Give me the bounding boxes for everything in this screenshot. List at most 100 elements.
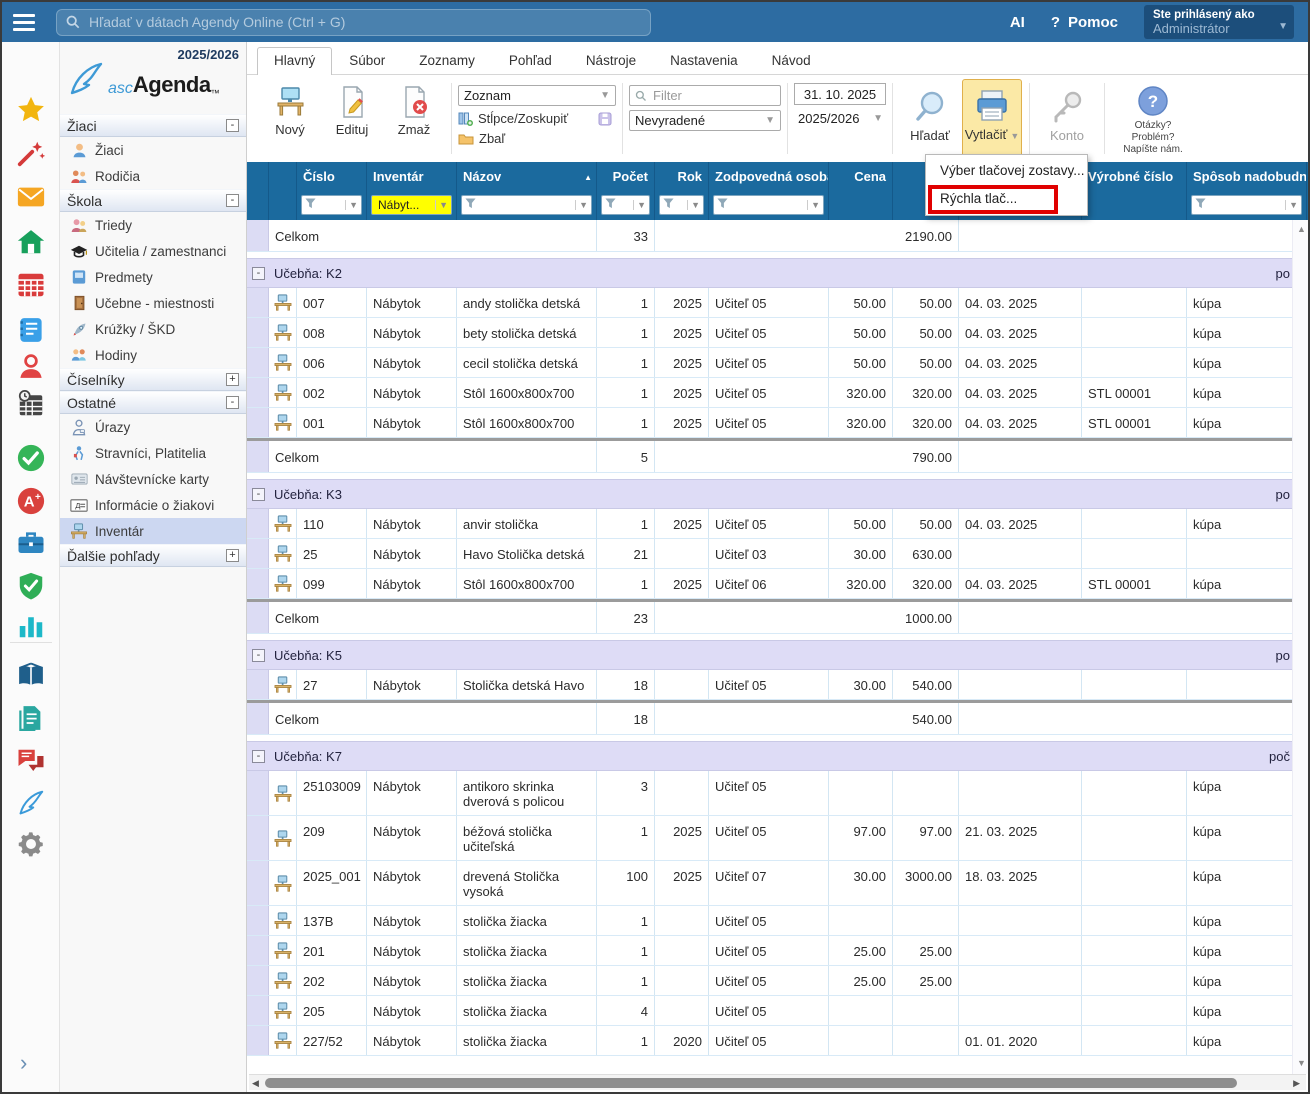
group-header-u-eb-a-k7[interactable]: -Učebňa: K7poč [247, 741, 1292, 771]
account-button[interactable]: Konto [1037, 79, 1097, 158]
status-filter-select[interactable]: Nevyradené ▼ [629, 110, 781, 131]
table-row[interactable]: 008Nábytokbety stolička detská12025Učite… [247, 318, 1292, 348]
sidebar-section-al-ie-poh-ady[interactable]: Ďalšie pohľady+ [60, 544, 246, 567]
mail-icon[interactable] [15, 181, 47, 213]
menu-item-print-report-select[interactable]: Výber tlačovej zostavy... [926, 157, 1087, 185]
filter-rok[interactable]: ▼ [659, 195, 704, 215]
quick-filter[interactable] [629, 85, 781, 106]
sidebar-item-u-itelia-zamestnanci[interactable]: Učitelia / zamestnanci [60, 238, 246, 264]
library-icon[interactable] [15, 660, 47, 692]
statistics-icon[interactable] [15, 610, 47, 642]
table-row[interactable]: 209Nábytokbéžová stolička učiteľská12025… [247, 816, 1292, 861]
expand-icon[interactable]: + [226, 373, 239, 386]
profile-icon[interactable] [15, 350, 47, 382]
scroll-left-icon[interactable]: ◀ [252, 1078, 259, 1089]
briefcase-icon[interactable] [15, 527, 47, 559]
group-header-u-eb-a-k5[interactable]: -Učebňa: K5po [247, 640, 1292, 670]
collapse-icon[interactable]: - [226, 396, 239, 409]
calendar-clock-icon[interactable] [15, 388, 47, 420]
save-layout-icon[interactable] [598, 112, 612, 126]
tab-zoznamy[interactable]: Zoznamy [402, 47, 492, 74]
filter-cislo[interactable]: ▼ [301, 195, 362, 215]
column-header-rok[interactable]: Rok [655, 162, 709, 192]
tab-s-bor[interactable]: Súbor [332, 47, 402, 74]
expand-icon[interactable]: + [226, 549, 239, 562]
magic-wand-icon[interactable] [15, 137, 47, 169]
sidebar-item-n-v-tevn-cke-karty[interactable]: Návštevnícke karty [60, 466, 246, 492]
column-header-nazov[interactable]: Názov▲ [457, 162, 597, 192]
sidebar-item-invent-r[interactable]: Inventár [60, 518, 246, 544]
messages-icon[interactable] [15, 745, 47, 777]
search-button[interactable]: Hľadať [900, 79, 960, 158]
table-row[interactable]: 25NábytokHavo Stolička detská21Učiteľ 03… [247, 539, 1292, 569]
group-header-u-eb-a-k2[interactable]: -Učebňa: K2po [247, 258, 1292, 288]
print-button[interactable]: Vytlačiť▼ [962, 79, 1022, 158]
scroll-up-icon[interactable]: ▲ [1297, 224, 1306, 234]
sidebar-section-seln-ky[interactable]: Číselníky+ [60, 368, 246, 391]
account-dropdown[interactable]: Ste prihlásený ako Administrátor ▼ [1144, 5, 1294, 39]
sidebar-section-ostatn[interactable]: Ostatné- [60, 391, 246, 414]
quick-filter-input[interactable] [651, 87, 751, 104]
tab-n-vod[interactable]: Návod [755, 47, 828, 74]
filter-nazov[interactable]: ▼ [461, 195, 592, 215]
collapse-icon[interactable]: - [226, 194, 239, 207]
column-header-sposob[interactable]: Spôsob nadobudnut [1187, 162, 1307, 192]
table-row[interactable]: 227/52Nábytokstolička žiacka12020Učiteľ … [247, 1026, 1292, 1056]
table-row[interactable]: 205Nábytokstolička žiacka4Učiteľ 05kúpa [247, 996, 1292, 1026]
tab-n-stroje[interactable]: Nástroje [569, 47, 653, 74]
check-circle-icon[interactable] [15, 442, 47, 474]
global-search-input[interactable] [56, 9, 651, 36]
table-row[interactable]: 27NábytokStolička detská Havo18Učiteľ 05… [247, 670, 1292, 700]
grades-icon[interactable]: A+ [15, 485, 47, 517]
sidebar-item-stravn-ci-platitelia[interactable]: Stravníci, Platitelia [60, 440, 246, 466]
group-header-u-eb-a-k3[interactable]: -Učebňa: K3po [247, 479, 1292, 509]
documents-icon[interactable] [15, 702, 47, 734]
sidebar-item-razy[interactable]: Úrazy [60, 414, 246, 440]
sidebar-item-triedy[interactable]: Triedy [60, 212, 246, 238]
column-header-cislo[interactable]: Číslo [297, 162, 367, 192]
notebook-icon[interactable] [15, 314, 47, 346]
columns-group-button[interactable]: Stĺpce/Zoskupiť [458, 111, 616, 126]
tab-hlavn[interactable]: Hlavný [257, 47, 332, 75]
settings-gear-icon[interactable] [15, 828, 47, 860]
asc-pencil-icon[interactable] [15, 787, 47, 819]
menu-item-quick-print[interactable]: Rýchla tlač... [926, 185, 1087, 213]
collapse-button[interactable]: Zbaľ [458, 131, 616, 146]
column-header-inventar[interactable]: Inventár [367, 162, 457, 192]
scroll-right-icon[interactable]: ▶ [1293, 1078, 1300, 1089]
collapse-group-icon[interactable]: - [252, 750, 265, 763]
asc-agenda-logo[interactable]: ascAgenda™ [66, 60, 220, 98]
column-header-vyrobne[interactable]: Výrobné číslo [1082, 162, 1187, 192]
edit-button[interactable]: Edituj [322, 79, 382, 158]
table-row[interactable]: 2025_001Nábytokdrevená Stolička vysoká10… [247, 861, 1292, 906]
collapse-group-icon[interactable]: - [252, 267, 265, 280]
filter-sposob[interactable]: ▼ [1191, 195, 1302, 215]
column-header-cena[interactable]: Cena [829, 162, 893, 192]
column-header-icon[interactable] [269, 162, 297, 192]
timetable-icon[interactable] [15, 269, 47, 301]
sidebar-item-rodi-ia[interactable]: Rodičia [60, 163, 246, 189]
table-row[interactable]: 201Nábytokstolička žiacka1Učiteľ 0525.00… [247, 936, 1292, 966]
sidebar-section-iaci[interactable]: Žiaci- [60, 114, 246, 137]
table-row[interactable]: 001NábytokStôl 1600x800x70012025Učiteľ 0… [247, 408, 1292, 438]
table-row[interactable]: 099NábytokStôl 1600x800x70012025Učiteľ 0… [247, 569, 1292, 599]
column-header-expand[interactable] [247, 162, 269, 192]
sidebar-item-kr-ky-kd[interactable]: Krúžky / ŠKD [60, 316, 246, 342]
questions-button[interactable]: ? Otázky? Problém? Napíšte nám. [1111, 79, 1195, 158]
filter-inventar[interactable]: Nábyt...▼ [371, 195, 452, 215]
collapse-group-icon[interactable]: - [252, 488, 265, 501]
column-header-pocet[interactable]: Počet [597, 162, 655, 192]
hamburger-menu-icon[interactable] [2, 2, 46, 42]
sidebar-item-hodiny[interactable]: Hodiny [60, 342, 246, 368]
new-button[interactable]: Nový [260, 79, 320, 158]
help-button[interactable]: ? Pomoc [1051, 14, 1118, 31]
table-row[interactable]: 110Nábytokanvir stolička12025Učiteľ 0550… [247, 509, 1292, 539]
home-icon[interactable] [15, 226, 47, 258]
filter-pocet[interactable]: ▼ [601, 195, 650, 215]
rail-expand-chevron[interactable]: › [20, 1050, 27, 1076]
shield-check-icon[interactable] [15, 570, 47, 602]
table-row[interactable]: 006Nábytokcecil stolička detská12025Učit… [247, 348, 1292, 378]
delete-button[interactable]: Zmaž [384, 79, 444, 158]
view-select[interactable]: Zoznam ▼ [458, 85, 616, 106]
sidebar-section-kola[interactable]: Škola- [60, 189, 246, 212]
